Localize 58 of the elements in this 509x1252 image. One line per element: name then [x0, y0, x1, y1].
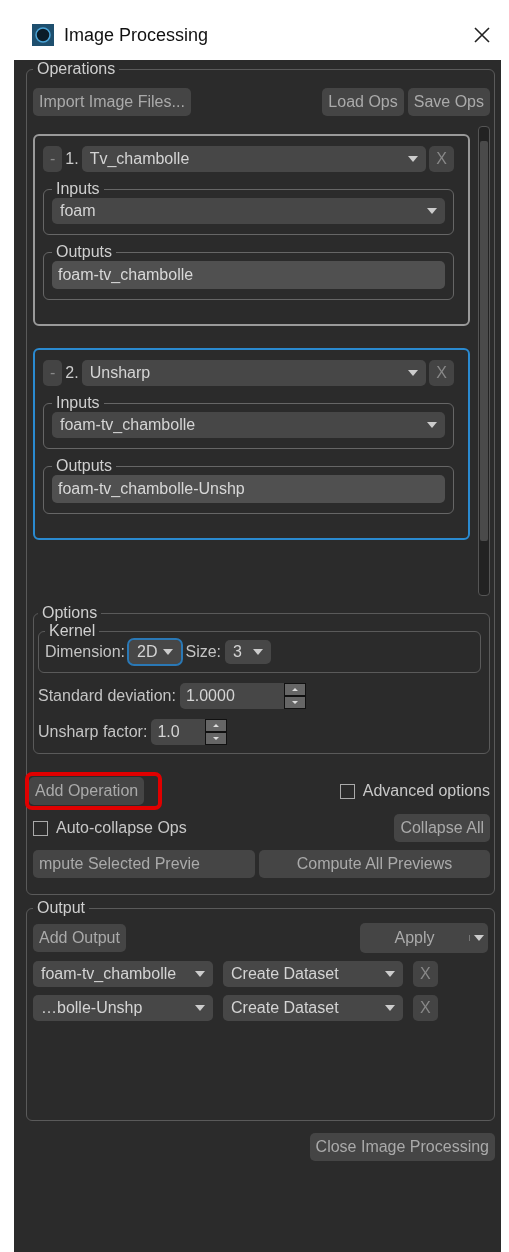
- action-dropdown[interactable]: Create Dataset: [223, 961, 403, 987]
- group-label: Outputs: [55, 457, 114, 475]
- app-icon: [32, 24, 54, 46]
- dropdown-arrow-icon: [408, 370, 419, 376]
- dropdown-arrow-icon: [427, 422, 437, 428]
- operation-card[interactable]: - 1. Tv_chambolle X Inputs foam Outputs foam-tv_chambolle: [33, 134, 470, 326]
- dropdown-arrow-icon: [427, 208, 437, 214]
- operation-dropdown[interactable]: Unsharp: [81, 360, 427, 386]
- group-label: Operations: [36, 60, 117, 78]
- group-label: Inputs: [55, 180, 101, 198]
- dropdown-arrow-icon: [408, 156, 419, 162]
- add-operation-button[interactable]: Add Operation: [29, 777, 145, 805]
- spin-arrows-icon: [283, 683, 306, 709]
- auto-collapse-checkbox[interactable]: Auto-collapse Ops: [33, 819, 187, 837]
- operation-card[interactable]: - 2. Unsharp X Inputs foam-tv_chambolle Outputs foam-tv_chambolle-Unshp: [33, 348, 470, 540]
- dropdown-arrow-icon: [385, 1005, 395, 1011]
- dropdown-arrow-icon: [253, 649, 264, 655]
- size-label: Size:: [185, 643, 222, 661]
- output-name-field[interactable]: foam-tv_chambolle: [52, 261, 445, 289]
- dropdown-arrow-icon: [195, 971, 205, 977]
- dimension-label: Dimension:: [45, 643, 126, 661]
- close-processing-button[interactable]: Close Image Processing: [309, 1133, 495, 1161]
- input-dropdown[interactable]: foam-tv_chambolle: [52, 412, 445, 438]
- collapse-all-button[interactable]: Collapse All: [394, 814, 490, 842]
- scrollbar[interactable]: [478, 126, 490, 596]
- advanced-options-checkbox[interactable]: Advanced options: [339, 782, 490, 800]
- unsharp-factor-label: Unsharp factor:: [38, 723, 148, 741]
- import-button[interactable]: Import Image Files...: [33, 88, 191, 116]
- compute-selected-button[interactable]: mpute Selected Previe: [33, 850, 255, 878]
- group-label: Inputs: [55, 394, 101, 412]
- add-output-button[interactable]: Add Output: [33, 924, 126, 952]
- close-icon[interactable]: [473, 26, 491, 44]
- save-ops-button[interactable]: Save Ops: [407, 88, 490, 116]
- compute-all-button[interactable]: Compute All Previews: [259, 850, 490, 878]
- dimension-dropdown[interactable]: 2D: [129, 640, 182, 664]
- spin-arrows-icon: [205, 719, 228, 745]
- group-label: Kernel: [48, 622, 97, 640]
- group-label: Output: [36, 899, 87, 917]
- operation-number: 1.: [65, 150, 79, 168]
- group-label: Outputs: [55, 243, 114, 261]
- load-ops-button[interactable]: Load Ops: [322, 88, 404, 116]
- group-label: Options: [41, 604, 99, 622]
- operation-number: 2.: [65, 364, 79, 382]
- operation-dropdown[interactable]: Tv_chambolle: [81, 146, 427, 172]
- window-title: Image Processing: [64, 24, 210, 46]
- dropdown-arrow-icon: [163, 649, 174, 655]
- input-dropdown[interactable]: foam: [52, 198, 445, 224]
- apply-button[interactable]: Apply: [360, 923, 488, 953]
- output-name-field[interactable]: foam-tv_chambolle-Unshp: [52, 475, 445, 503]
- dropdown-arrow-icon: [385, 971, 395, 977]
- unsharp-factor-spinbox[interactable]: 1.0: [151, 719, 228, 745]
- source-dropdown[interactable]: …bolle-Unshp: [33, 995, 213, 1021]
- size-dropdown[interactable]: 3: [225, 640, 272, 664]
- source-dropdown[interactable]: foam-tv_chambolle: [33, 961, 213, 987]
- dropdown-arrow-icon: [195, 1005, 205, 1011]
- standard-deviation-label: Standard deviation:: [38, 687, 176, 705]
- action-dropdown[interactable]: Create Dataset: [223, 995, 403, 1021]
- standard-deviation-spinbox[interactable]: 1.0000: [179, 683, 306, 709]
